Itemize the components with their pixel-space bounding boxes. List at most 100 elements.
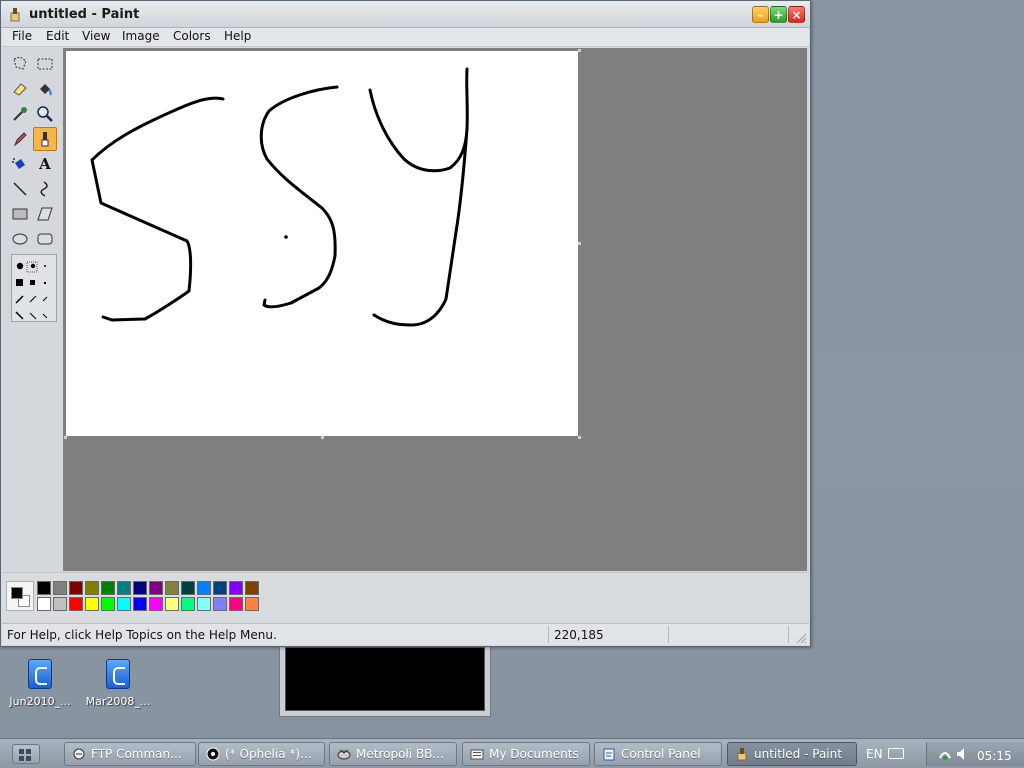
task-label: (* Ophelia *)... [225,747,312,761]
color-swatch[interactable] [69,581,83,595]
speaker-icon[interactable] [955,746,969,762]
system-tray: 05:15 [926,742,1024,766]
pencil-icon [13,132,27,147]
pick-color-tool[interactable] [8,102,32,126]
drawing-canvas[interactable] [66,51,578,436]
color-swatch[interactable] [149,597,163,611]
color-swatch[interactable] [85,597,99,611]
menu-view[interactable]: View [80,29,112,43]
polygon-icon [37,207,53,221]
resize-handle-bottom[interactable] [321,436,324,439]
color-swatch[interactable] [197,597,211,611]
resize-handle-top-right[interactable] [578,49,581,52]
desktop-icon-label: Mar2008_... [85,695,151,708]
resize-handle-right[interactable] [578,242,581,245]
select-tool[interactable] [33,52,57,76]
color-swatch[interactable] [149,581,163,595]
eyedropper-icon [13,107,27,121]
curve-icon [40,181,48,197]
canvas-area[interactable] [63,48,807,571]
free-form-select-tool[interactable] [8,52,32,76]
color-swatch[interactable] [101,581,115,595]
magnifier-tool[interactable] [33,102,57,126]
color-swatch[interactable] [197,581,211,595]
color-swatch[interactable] [165,597,179,611]
status-divider [788,626,789,643]
color-swatch[interactable] [229,581,243,595]
taskbar: FTP Comman... (* Ophelia *)... Metropoli… [0,738,1024,768]
eraser-tool[interactable] [8,77,32,101]
maximize-button[interactable]: + [770,6,787,23]
desktop-icon-mar2008[interactable]: Mar2008_... [78,657,158,708]
resize-handle-bottom-left[interactable] [64,436,67,439]
task-metropoli[interactable]: Metropoli BB... [329,742,457,766]
start-button[interactable] [12,744,40,764]
line-tool[interactable] [8,177,32,201]
minimize-button[interactable]: – [752,6,769,23]
stroke-letter-s1 [90,96,225,322]
current-colors[interactable] [6,581,34,611]
task-ftp-commander[interactable]: FTP Comman... [64,742,196,766]
task-ophelia[interactable]: (* Ophelia *)... [198,742,325,766]
free-form-select-icon [13,56,27,70]
menu-image[interactable]: Image [120,29,162,43]
color-swatch[interactable] [245,597,259,611]
task-control-panel[interactable]: Control Panel [594,742,722,766]
color-swatch[interactable] [213,581,227,595]
color-swatch[interactable] [213,597,227,611]
resize-grip-icon[interactable] [795,632,807,644]
color-swatch[interactable] [165,581,179,595]
brush-options-panel[interactable] [11,254,57,322]
color-swatch[interactable] [37,581,51,595]
color-swatch[interactable] [53,597,67,611]
color-swatch[interactable] [181,597,195,611]
foreground-color [11,587,23,599]
language-indicator[interactable]: EN [866,747,883,761]
airbrush-tool[interactable] [8,152,32,176]
color-swatch[interactable] [101,597,115,611]
fill-tool[interactable] [33,77,57,101]
color-swatch[interactable] [229,597,243,611]
task-label: Control Panel [621,747,701,761]
color-palette [2,572,809,622]
curve-tool[interactable] [33,177,57,201]
menu-colors[interactable]: Colors [171,29,213,43]
menu-edit[interactable]: Edit [44,29,71,43]
keyboard-icon[interactable] [888,748,904,759]
close-button[interactable]: × [788,6,805,23]
brush-tool[interactable] [33,127,57,151]
task-label: Metropoli BB... [356,747,444,761]
ftp-icon [73,748,85,760]
color-swatch[interactable] [133,597,147,611]
desktop-icon-label: Jun2010_... [9,695,71,708]
color-swatch[interactable] [245,581,259,595]
color-swatch[interactable] [85,581,99,595]
task-my-documents[interactable]: My Documents [462,742,590,766]
color-swatch[interactable] [53,581,67,595]
color-swatch[interactable] [69,597,83,611]
rectangle-tool[interactable] [8,202,32,226]
polygon-tool[interactable] [33,202,57,226]
title-bar[interactable]: untitled - Paint – + × [1,1,810,28]
text-tool[interactable]: A [33,152,57,176]
ellipse-tool[interactable] [8,227,32,251]
color-swatch[interactable] [117,597,131,611]
background-window[interactable] [279,641,491,717]
text-icon: A [39,155,51,173]
color-swatch[interactable] [133,581,147,595]
resize-handle-bottom-right[interactable] [578,436,581,439]
telnet-icon [337,749,351,760]
cursor-coordinates: 220,185 [554,628,604,642]
color-swatch[interactable] [117,581,131,595]
rounded-rectangle-tool[interactable] [33,227,57,251]
color-swatch[interactable] [181,581,195,595]
desktop-icon-jun2010[interactable]: Jun2010_... [0,657,80,708]
task-label: My Documents [489,747,579,761]
color-swatch[interactable] [37,597,51,611]
menu-file[interactable]: File [10,29,34,43]
menu-help[interactable]: Help [222,29,253,43]
pencil-tool[interactable] [8,127,32,151]
network-icon[interactable] [937,746,953,762]
clock[interactable]: 05:15 [977,749,1012,763]
task-paint[interactable]: untitled - Paint [727,742,857,766]
